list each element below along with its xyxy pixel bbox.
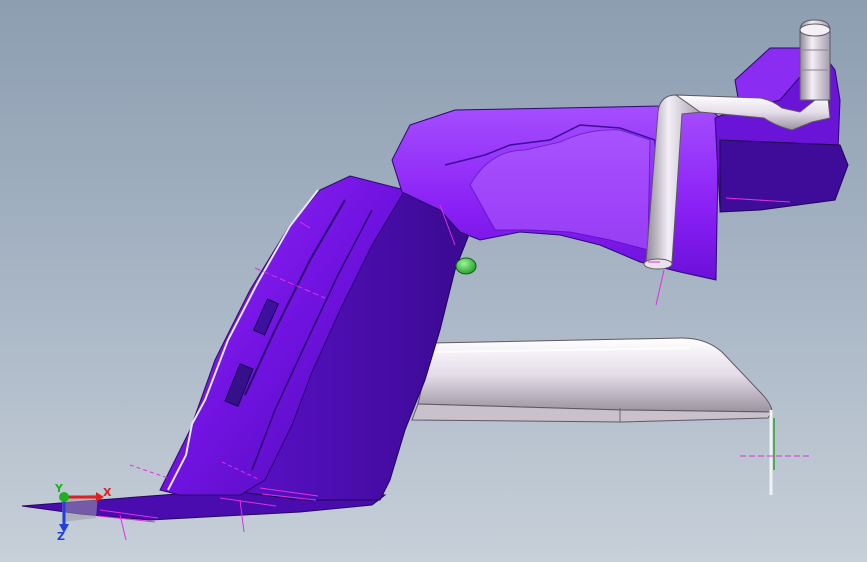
axis-x-label: X <box>103 486 112 499</box>
lower-tube[interactable] <box>411 337 775 495</box>
cad-scene[interactable] <box>0 0 867 562</box>
reference-sphere[interactable] <box>455 257 477 275</box>
axis-y-label: Y <box>55 482 63 495</box>
axis-z-label: Z <box>57 530 65 543</box>
cad-viewport[interactable]: X Y Z <box>0 0 867 562</box>
